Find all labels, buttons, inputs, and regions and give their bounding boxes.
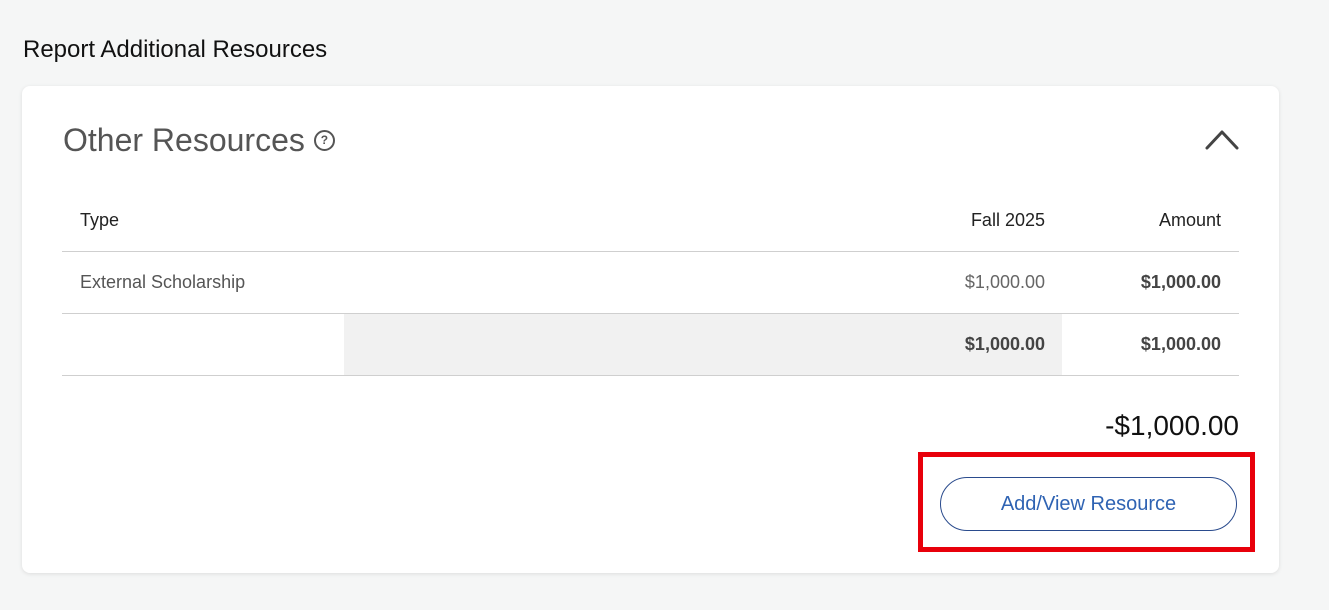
page: Report Additional Resources Other Resour… bbox=[0, 0, 1329, 610]
other-resources-card: Other Resources ? Type Fall 2025 Amount … bbox=[22, 86, 1279, 573]
totals-shade bbox=[344, 314, 1062, 375]
row-term-value: $1,000.00 bbox=[964, 272, 1045, 292]
table-totals-row: $1,000.00 $1,000.00 bbox=[62, 314, 1239, 376]
header-amount: Amount bbox=[1158, 210, 1221, 230]
total-amount: $1,000.00 bbox=[1140, 334, 1221, 354]
chevron-up-icon bbox=[1205, 130, 1239, 150]
table-row: External Scholarship $1,000.00 $1,000.00 bbox=[62, 252, 1239, 314]
question-circle-icon[interactable]: ? bbox=[313, 130, 335, 151]
header-type: Type bbox=[80, 210, 120, 230]
table-header-row: Type Fall 2025 Amount bbox=[62, 190, 1239, 252]
page-title: Report Additional Resources bbox=[23, 36, 328, 63]
add-view-resource-button[interactable]: Add/View Resource bbox=[940, 477, 1237, 531]
resources-table: Type Fall 2025 Amount External Scholarsh… bbox=[62, 190, 1239, 376]
row-type: External Scholarship bbox=[80, 272, 246, 292]
row-amount: $1,000.00 bbox=[1140, 272, 1221, 292]
total-term-value: $1,000.00 bbox=[964, 334, 1045, 354]
card-title-text: Other Resources bbox=[63, 122, 305, 158]
card-title: Other Resources ? bbox=[63, 122, 335, 159]
header-term: Fall 2025 bbox=[970, 210, 1045, 230]
net-total: -$1,000.00 bbox=[1105, 410, 1239, 441]
collapse-toggle-button[interactable] bbox=[1202, 124, 1242, 154]
